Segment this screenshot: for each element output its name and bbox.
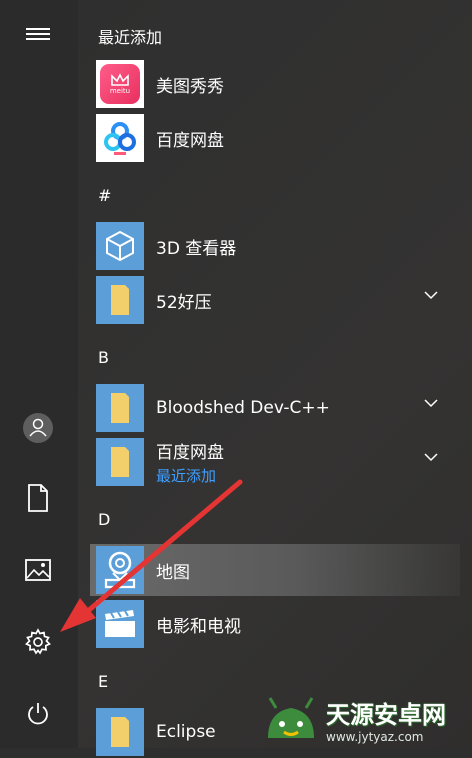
user-icon bbox=[23, 413, 53, 443]
app-meitu[interactable]: meitu 美图秀秀 bbox=[90, 58, 460, 110]
chevron-down-icon[interactable] bbox=[424, 290, 438, 300]
left-rail bbox=[0, 0, 78, 748]
folder-icon bbox=[111, 447, 129, 477]
gear-icon bbox=[25, 628, 51, 655]
app-movies-tv[interactable]: 电影和电视 bbox=[90, 598, 460, 650]
power-icon bbox=[28, 703, 48, 725]
app-label: 地图 bbox=[156, 562, 190, 583]
map-pin-icon bbox=[104, 551, 136, 589]
watermark-title: 天源安卓网 bbox=[326, 700, 446, 729]
app-label: 美图秀秀 bbox=[156, 76, 224, 97]
menu-button[interactable] bbox=[14, 10, 62, 58]
section-header-e: E bbox=[98, 672, 109, 691]
folder-icon bbox=[111, 393, 129, 423]
section-header-b: B bbox=[98, 348, 109, 367]
chevron-down-icon[interactable] bbox=[424, 452, 438, 462]
section-header-d: D bbox=[98, 510, 111, 529]
section-header-hash: # bbox=[98, 186, 112, 205]
meitu-icon-text: meitu bbox=[109, 87, 131, 95]
app-label: 百度网盘 bbox=[156, 130, 224, 151]
recently-added-tag: 最近添加 bbox=[156, 467, 217, 485]
cube-icon bbox=[106, 230, 134, 262]
picture-icon bbox=[25, 559, 51, 581]
folder-icon bbox=[111, 285, 129, 315]
app-list: 最近添加 meitu 美图秀秀 百度网盘 # 3D 查看器 52好压 B Blo… bbox=[78, 0, 472, 756]
power-button[interactable] bbox=[14, 690, 62, 738]
app-label: 3D 查看器 bbox=[156, 238, 237, 259]
app-52haoya[interactable]: 52好压 bbox=[90, 274, 460, 326]
hamburger-icon bbox=[26, 28, 50, 40]
app-3d-viewer[interactable]: 3D 查看器 bbox=[90, 220, 460, 272]
app-label: 电影和电视 bbox=[156, 616, 241, 637]
clapperboard-icon bbox=[105, 610, 135, 637]
app-label: Eclipse bbox=[156, 722, 216, 742]
watermark: 天源安卓网 www.jytyaz.com bbox=[262, 690, 472, 748]
meitu-app-icon: meitu bbox=[100, 64, 140, 104]
folder-icon bbox=[111, 717, 129, 747]
section-header-recent: 最近添加 bbox=[98, 28, 163, 47]
document-icon bbox=[28, 484, 48, 512]
app-bloodshed[interactable]: Bloodshed Dev-C++ bbox=[90, 382, 460, 434]
app-map[interactable]: 地图 bbox=[90, 544, 460, 596]
app-label: 52好压 bbox=[156, 292, 212, 313]
app-label: 百度网盘 bbox=[156, 443, 224, 463]
chevron-down-icon[interactable] bbox=[424, 398, 438, 408]
baidu-netdisk-icon bbox=[104, 122, 136, 155]
watermark-url: www.jytyaz.com bbox=[326, 729, 424, 744]
account-button[interactable] bbox=[14, 404, 62, 452]
settings-button[interactable] bbox=[14, 618, 62, 666]
app-baidu-folder[interactable]: 百度网盘 最近添加 bbox=[90, 436, 460, 488]
android-logo-icon bbox=[268, 697, 314, 738]
pictures-button[interactable] bbox=[14, 546, 62, 594]
app-label: Bloodshed Dev-C++ bbox=[156, 398, 330, 418]
app-baidu-netdisk[interactable]: 百度网盘 bbox=[90, 112, 460, 164]
documents-button[interactable] bbox=[14, 474, 62, 522]
